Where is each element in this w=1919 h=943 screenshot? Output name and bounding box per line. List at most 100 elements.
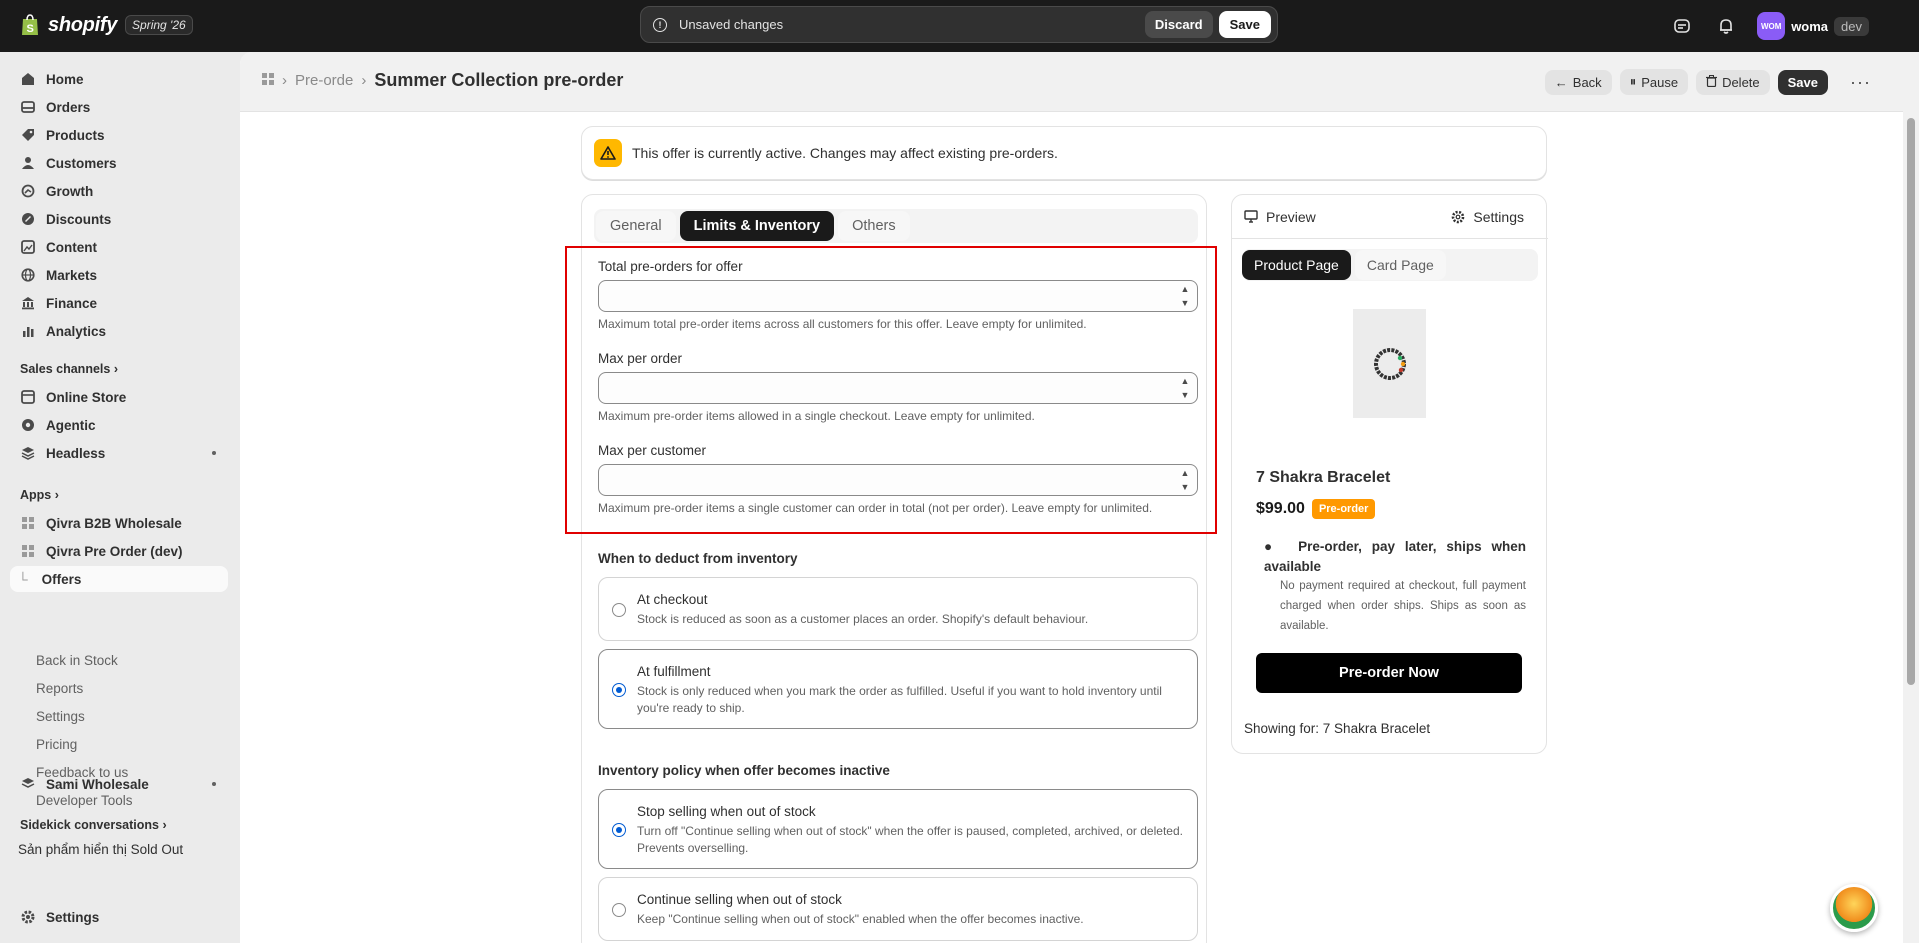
sidebar-item-label: Finance (46, 295, 98, 311)
assistant-launcher-icon[interactable] (1830, 884, 1878, 932)
total-preorders-input[interactable]: ▲ ▼ (598, 280, 1198, 312)
save-button[interactable]: Save (1777, 69, 1829, 95)
chevron-up-icon[interactable]: ▲ (1181, 376, 1190, 386)
policy-option-stop-selling[interactable]: Stop selling when out of stock Turn off … (598, 789, 1198, 869)
sidebar-item-finance[interactable]: Finance (10, 290, 228, 316)
option-title: Stop selling when out of stock (637, 804, 816, 819)
sidebar-item-growth[interactable]: Growth (10, 178, 228, 204)
sidebar-item-content[interactable]: Content (10, 234, 228, 260)
app-grid-icon (20, 515, 36, 531)
total-preorders-help: Maximum total pre-order items across all… (598, 317, 1087, 331)
sidekick-icon[interactable] (1669, 13, 1695, 39)
deduct-option-fulfillment[interactable]: At fulfillment Stock is only reduced whe… (598, 649, 1198, 729)
headless-icon (20, 445, 36, 461)
apps-header[interactable]: Apps › (20, 488, 59, 502)
preview-toggle[interactable]: Preview (1244, 209, 1316, 225)
sidekick-header[interactable]: Sidekick conversations › (20, 818, 167, 832)
pause-button[interactable]: ⏸ Pause (1619, 69, 1689, 95)
chevron-right-icon: › (54, 488, 59, 502)
growth-icon (20, 183, 36, 199)
sami-app-icon (20, 776, 36, 792)
sidebar-item-qivra-preorder[interactable]: Qivra Pre Order (dev) (10, 538, 228, 564)
breadcrumb: › Pre-orde › Summer Collection pre-order (262, 70, 623, 91)
preview-settings-button[interactable]: Settings (1451, 209, 1524, 225)
preview-card: Preview Settings Product Page Card Page … (1231, 194, 1548, 754)
bell-icon[interactable] (1713, 13, 1739, 39)
sidebar-item-label: Discounts (46, 211, 112, 227)
option-title: At fulfillment (637, 664, 711, 679)
deduct-option-checkout[interactable]: At checkout Stock is reduced as soon as … (598, 577, 1198, 641)
max-per-customer-help: Maximum pre-order items a single custome… (598, 501, 1153, 515)
tab-general[interactable]: General (596, 211, 676, 241)
max-per-order-input[interactable]: ▲ ▼ (598, 372, 1198, 404)
sidebar-item-settings[interactable]: Settings (10, 904, 228, 930)
user-menu[interactable]: WOM woma dev (1757, 12, 1869, 40)
home-icon (20, 71, 36, 87)
sidebar-subitem-settings[interactable]: Settings (36, 704, 85, 728)
back-button[interactable]: ← Back (1544, 69, 1612, 95)
sidebar-item-label: Settings (46, 909, 100, 925)
radio-button[interactable] (612, 903, 626, 917)
active-offer-banner: This offer is currently active. Changes … (581, 126, 1547, 180)
sidebar-item-products[interactable]: Products (10, 122, 228, 148)
sidebar-item-home[interactable]: Home (10, 66, 228, 92)
sidebar-item-label: Markets (46, 267, 98, 283)
globe-icon (20, 267, 36, 283)
sidebar-subitem-reports[interactable]: Reports (36, 676, 83, 700)
tab-card-page[interactable]: Card Page (1354, 250, 1446, 280)
chevron-up-icon[interactable]: ▲ (1181, 284, 1190, 294)
sidebar-item-customers[interactable]: Customers (10, 150, 228, 176)
number-stepper[interactable]: ▲ ▼ (1178, 376, 1192, 400)
chevron-right-icon: › (361, 72, 367, 89)
delete-button[interactable]: Delete (1696, 69, 1770, 95)
sidebar-item-markets[interactable]: Markets (10, 262, 228, 288)
sidebar-item-orders[interactable]: Orders (10, 94, 228, 120)
sales-channels-header[interactable]: Sales channels › (20, 362, 118, 376)
sidebar-item-agentic[interactable]: Agentic (10, 412, 228, 438)
sidebar-item-sami-wholesale[interactable]: Sami Wholesale (10, 771, 228, 797)
app-grid-icon[interactable] (262, 72, 274, 89)
preorder-now-button[interactable]: Pre-order Now (1256, 653, 1522, 693)
sidebar-subitem-back-in-stock[interactable]: Back in Stock (36, 648, 118, 672)
pause-icon: ⏸ (1629, 74, 1637, 89)
sidebar-item-label: Headless (46, 445, 106, 461)
env-badge: dev (1834, 16, 1869, 36)
tab-limits-inventory[interactable]: Limits & Inventory (679, 211, 835, 241)
bank-icon (20, 295, 36, 311)
radio-button[interactable] (612, 603, 626, 617)
sidebar-subitem-pricing[interactable]: Pricing (36, 732, 77, 756)
radio-button-selected[interactable] (612, 683, 626, 697)
discount-icon (20, 211, 36, 227)
sidekick-conversation-item[interactable]: Sản phẩm hiển thị Sold Out (8, 836, 226, 862)
sidebar-item-discounts[interactable]: Discounts (10, 206, 228, 232)
sidebar-subitem-offers[interactable]: └ Offers (10, 566, 228, 592)
number-stepper[interactable]: ▲ ▼ (1178, 284, 1192, 308)
chevron-right-icon: › (162, 818, 167, 832)
scrollbar-thumb[interactable] (1907, 118, 1915, 685)
number-stepper[interactable]: ▲ ▼ (1178, 468, 1192, 492)
policy-option-continue-selling[interactable]: Continue selling when out of stock Keep … (598, 877, 1198, 941)
sidebar-item-label: Content (46, 239, 97, 255)
max-per-order-label: Max per order (598, 351, 683, 366)
save-button-top[interactable]: Save (1218, 11, 1271, 38)
chevron-down-icon[interactable]: ▼ (1181, 482, 1190, 492)
shopify-logo[interactable]: S shopify Spring '26 (20, 13, 193, 37)
chevron-down-icon[interactable]: ▼ (1181, 298, 1190, 308)
tab-product-page[interactable]: Product Page (1242, 250, 1351, 280)
max-per-customer-input[interactable]: ▲ ▼ (598, 464, 1198, 496)
store-icon (20, 389, 36, 405)
page-scrollbar[interactable] (1903, 110, 1919, 943)
sidebar-item-headless[interactable]: Headless (10, 440, 228, 466)
option-description: Turn off "Continue selling when out of s… (637, 824, 1183, 855)
chevron-up-icon[interactable]: ▲ (1181, 468, 1190, 478)
sidebar-item-qivra-b2b[interactable]: Qivra B2B Wholesale (10, 510, 228, 536)
radio-button-selected[interactable] (612, 823, 626, 837)
more-actions-icon[interactable]: ··· (1850, 72, 1871, 93)
breadcrumb-parent[interactable]: Pre-orde (295, 72, 353, 89)
sidebar-item-online-store[interactable]: Online Store (10, 384, 228, 410)
discard-button[interactable]: Discard (1144, 11, 1213, 38)
chevron-down-icon[interactable]: ▼ (1181, 390, 1190, 400)
monitor-icon (1244, 210, 1258, 223)
tab-others[interactable]: Others (838, 211, 910, 241)
sidebar-item-analytics[interactable]: Analytics (10, 318, 228, 344)
